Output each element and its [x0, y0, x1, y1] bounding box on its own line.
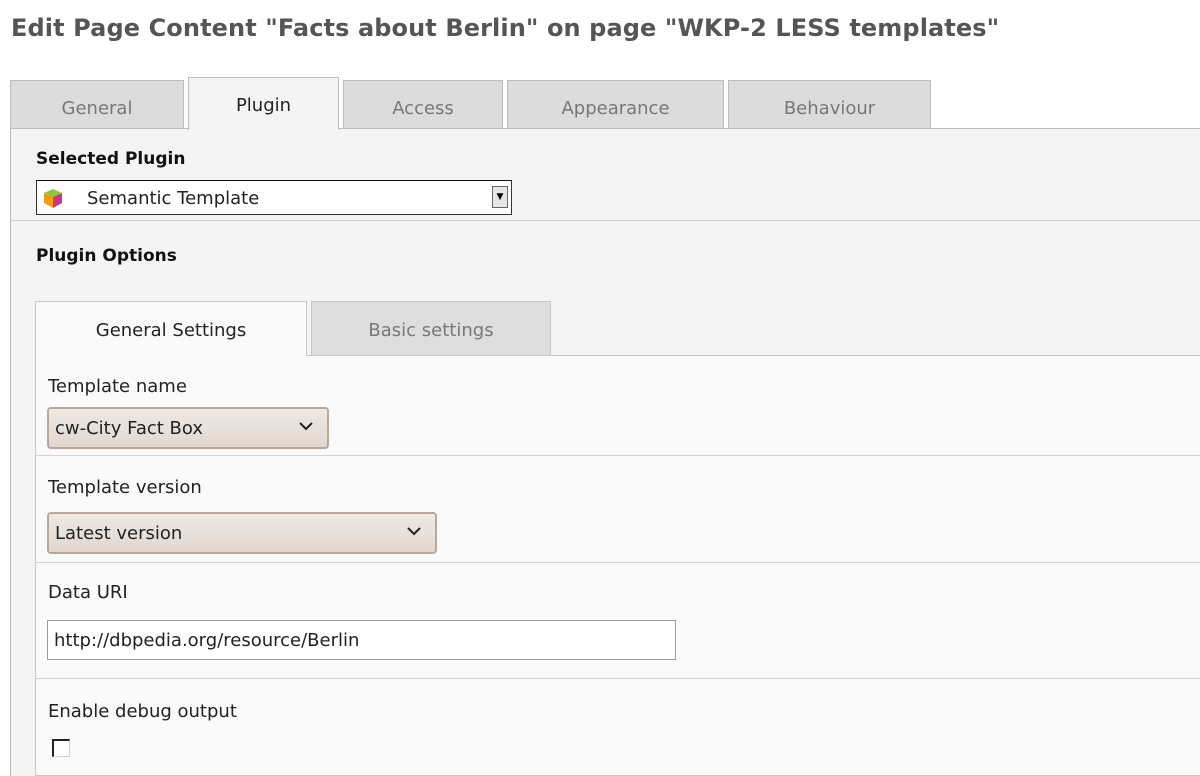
debug-output-label: Enable debug output	[48, 701, 237, 722]
selected-plugin-label: Selected Plugin	[36, 149, 186, 169]
plugin-cube-icon	[44, 189, 62, 208]
row-separator	[36, 455, 1200, 456]
template-name-select[interactable]: cw-City Fact Box	[47, 407, 329, 449]
row-separator	[36, 562, 1200, 563]
tab-behaviour[interactable]: Behaviour	[728, 80, 931, 128]
template-name-value: cw-City Fact Box	[55, 418, 203, 439]
page-title: Edit Page Content "Facts about Berlin" o…	[11, 14, 1000, 42]
tab-plugin[interactable]: Plugin	[188, 77, 339, 130]
main-tab-bar: General Plugin Access Appearance Behavio…	[10, 77, 1200, 130]
chevron-down-icon	[407, 527, 421, 536]
chevron-down-icon	[299, 422, 313, 431]
tab-appearance[interactable]: Appearance	[507, 80, 724, 128]
tab-access[interactable]: Access	[343, 80, 503, 128]
tab-general-settings[interactable]: General Settings	[35, 301, 307, 356]
row-separator	[36, 678, 1200, 679]
template-version-value: Latest version	[55, 523, 183, 544]
section-divider	[11, 220, 1200, 221]
dropdown-arrow-icon[interactable]: ▼	[492, 186, 508, 208]
plugin-select-value: Semantic Template	[87, 188, 260, 209]
data-uri-label: Data URI	[48, 582, 128, 603]
data-uri-input[interactable]	[47, 620, 676, 660]
plugin-select[interactable]: Semantic Template ▼	[36, 180, 512, 215]
template-version-label: Template version	[48, 477, 202, 498]
template-version-select[interactable]: Latest version	[47, 512, 437, 554]
plugin-panel: Selected Plugin Semantic Template ▼ Plug…	[10, 129, 1200, 776]
template-name-label: Template name	[48, 376, 187, 397]
debug-output-checkbox[interactable]	[52, 739, 70, 757]
tab-basic-settings[interactable]: Basic settings	[311, 301, 551, 355]
tab-general[interactable]: General	[10, 80, 184, 128]
general-settings-panel: Template name cw-City Fact Box Template …	[35, 355, 1200, 776]
plugin-options-label: Plugin Options	[36, 246, 177, 266]
